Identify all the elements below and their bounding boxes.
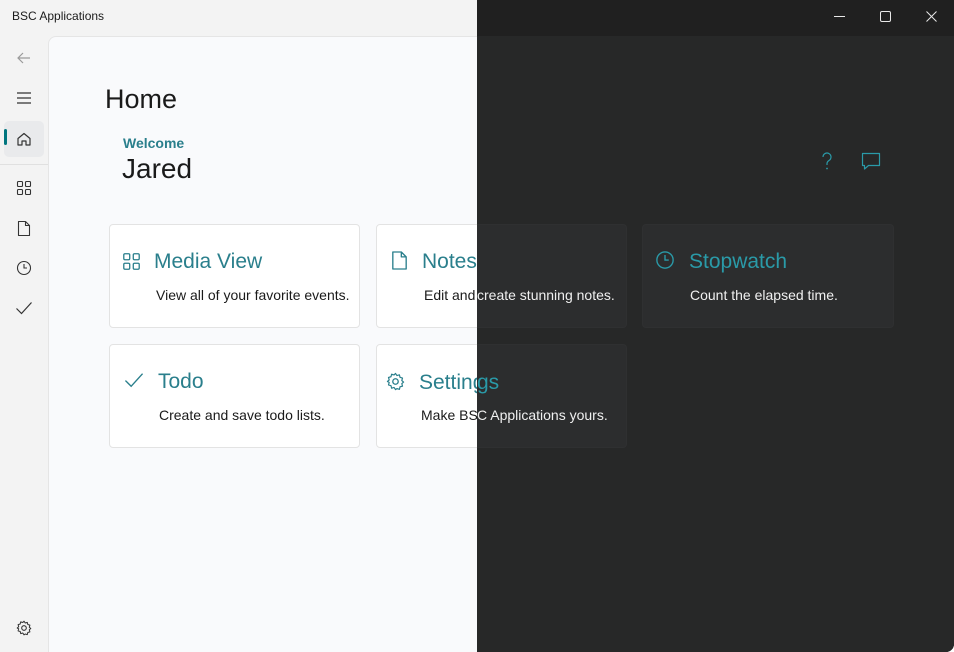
gear-icon (16, 620, 32, 636)
back-arrow-icon (17, 52, 30, 64)
media-view-card[interactable]: Media View View all of your favorite eve… (109, 224, 360, 328)
todo-title: Todo (158, 370, 204, 393)
nav-item-media-view[interactable] (4, 170, 44, 206)
app-window: BSC Applications Home Welcome Jared Medi… (0, 0, 954, 652)
todo-description: Create and save todo lists. (159, 407, 325, 423)
feedback-icon (861, 152, 881, 170)
help-button[interactable] (814, 148, 840, 174)
nav-item-todo[interactable] (4, 290, 44, 326)
document-icon (17, 220, 31, 236)
help-icon (822, 152, 832, 170)
notes-description-continued: create stunning notes. (477, 287, 615, 303)
light-theme-half: BSC Applications Home Welcome Jared Medi… (0, 0, 477, 652)
nav-item-settings[interactable] (4, 610, 44, 646)
settings-card[interactable]: Settings Make BSC Applications yours. (376, 344, 477, 448)
username: Jared (122, 153, 193, 184)
notes-card-dark-part[interactable]: create stunning notes. (477, 224, 627, 328)
minimize-button[interactable] (816, 0, 862, 32)
nav-item-home[interactable] (4, 121, 44, 157)
nav-selection-indicator (4, 129, 7, 145)
notes-card[interactable]: Notes Edit and create stunning notes. (376, 224, 477, 328)
gear-icon (385, 371, 405, 391)
grid-icon (16, 180, 32, 196)
stopwatch-description: Count the elapsed time. (690, 287, 838, 303)
back-button[interactable] (4, 40, 44, 76)
checkmark-icon (16, 302, 32, 315)
stopwatch-title: Stopwatch (689, 250, 788, 273)
maximize-button[interactable] (862, 0, 908, 32)
settings-title: Settings (419, 371, 477, 394)
hamburger-menu-icon (17, 92, 31, 104)
settings-card-dark-part[interactable]: gs C Applications yours. (477, 344, 627, 448)
nav-item-stopwatch[interactable] (4, 250, 44, 286)
nav-divider (0, 164, 48, 165)
close-icon (925, 10, 937, 22)
checkmark-icon (122, 371, 146, 389)
notes-title: Notes (422, 250, 477, 273)
close-button[interactable] (908, 0, 954, 32)
document-icon (389, 249, 409, 271)
welcome-label: Welcome (123, 135, 185, 151)
stopwatch-card[interactable]: Stopwatch Count the elapsed time. (642, 224, 894, 328)
app-title: BSC Applications (12, 9, 105, 23)
media-view-title: Media View (154, 250, 263, 273)
clock-icon (16, 260, 32, 276)
notes-description: Edit and create stunning notes. (424, 287, 477, 303)
hamburger-menu-button[interactable] (4, 80, 44, 116)
media-view-description: View all of your favorite events. (156, 287, 350, 303)
maximize-icon (879, 10, 891, 22)
settings-description: Make BSC Applications yours. (421, 407, 477, 423)
settings-description-continued: C Applications yours. (477, 407, 608, 423)
todo-card[interactable]: Todo Create and save todo lists. (109, 344, 360, 448)
settings-title-continued: gs (477, 371, 500, 394)
clock-icon (654, 249, 676, 271)
feedback-button[interactable] (858, 148, 884, 174)
page-title: Home (105, 84, 178, 114)
grid-icon (121, 251, 141, 271)
minimize-icon (833, 15, 845, 17)
home-icon (17, 132, 31, 146)
nav-item-notes[interactable] (4, 210, 44, 246)
dark-theme-half: create stunning notes. Stopwatch Count t… (477, 0, 954, 652)
